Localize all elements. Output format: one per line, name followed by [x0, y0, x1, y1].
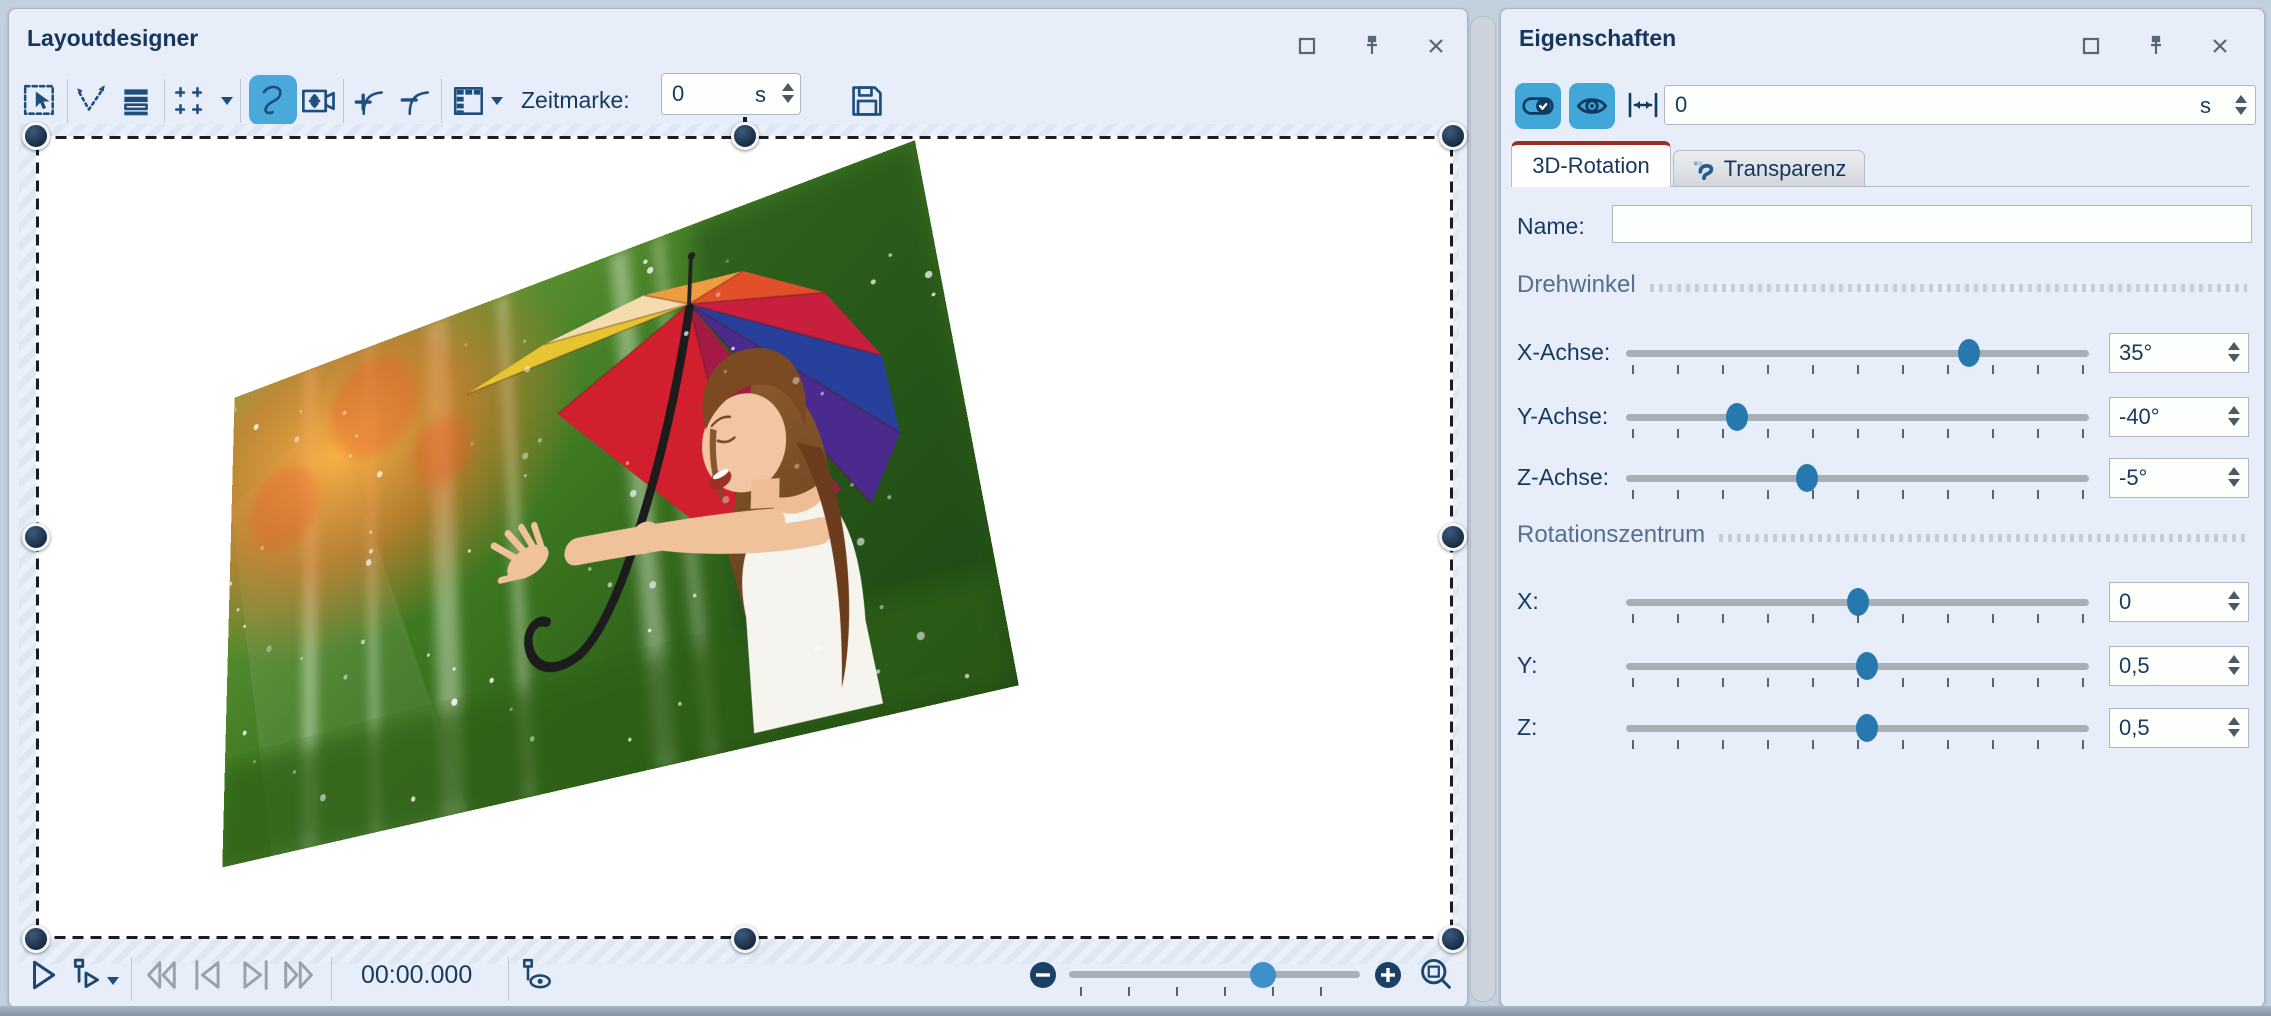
selection-handle-middle-left[interactable] [22, 523, 50, 551]
x-value[interactable]: 0 [2109, 582, 2249, 622]
zoom-in-button[interactable] [1366, 953, 1410, 997]
name-label: Name: [1517, 213, 1585, 239]
close-button[interactable] [1421, 31, 1451, 61]
zeitmarke-spin-up[interactable] [782, 77, 794, 91]
section-drehwinkel: Drehwinkel [1517, 271, 2247, 299]
selection-handle-top-right[interactable] [1439, 122, 1467, 150]
time-unit: s [2200, 93, 2211, 118]
table-dropdown-arrow[interactable] [491, 97, 503, 111]
window-bottom-edge [0, 1006, 2271, 1016]
panel-title: Layoutdesigner [27, 25, 199, 51]
slide-canvas[interactable] [36, 136, 1453, 939]
save-icon[interactable] [847, 81, 887, 121]
zeitmarke-spin-down[interactable] [782, 95, 794, 109]
canvas-background [19, 117, 1467, 964]
pin-button[interactable] [2141, 31, 2171, 61]
play-from-timemark-button[interactable] [65, 953, 109, 997]
close-button[interactable] [2205, 31, 2235, 61]
pin-button[interactable] [1357, 31, 1387, 61]
visibility-toggle-button[interactable] [1569, 83, 1615, 129]
animation-toggle-button[interactable] [1515, 83, 1561, 129]
y-track[interactable] [1626, 652, 2089, 680]
y-achse-thumb[interactable] [1726, 403, 1749, 431]
path-points-icon[interactable] [71, 81, 111, 121]
layout-toolbar: Zeitmarke: s [9, 67, 1467, 131]
name-input[interactable] [1612, 205, 2252, 243]
play-dropdown-arrow[interactable] [107, 977, 119, 991]
zeitmarke-input[interactable]: s [661, 73, 801, 115]
eigenschaften-panel: Eigenschaften s 3D-Rotation Transparenz [1500, 8, 2265, 1008]
y-thumb[interactable] [1855, 652, 1878, 680]
x-achse-value[interactable]: 35° [2109, 333, 2249, 373]
y-value[interactable]: 0,5 [2109, 646, 2249, 686]
photo-illustration [222, 140, 1019, 868]
previous-frame-button[interactable] [186, 953, 230, 997]
zoom-slider-thumb[interactable] [1249, 961, 1276, 988]
zoom-slider-track[interactable] [1069, 961, 1360, 988]
zoom-out-button[interactable] [1021, 953, 1065, 997]
maximize-button[interactable] [2076, 31, 2106, 61]
table-icon[interactable] [449, 81, 489, 121]
transparenz-icon [1692, 157, 1716, 181]
selection-handle-middle-right[interactable] [1439, 523, 1467, 551]
selection-handle-top-left[interactable] [22, 122, 50, 150]
keyframe-add-icon[interactable] [349, 81, 389, 121]
z-thumb[interactable] [1855, 714, 1878, 742]
grid-icon[interactable] [169, 81, 209, 121]
width-icon[interactable] [1625, 87, 1661, 123]
selection-handle-top-center[interactable] [730, 122, 759, 150]
time-input[interactable]: s [1664, 85, 2256, 125]
z-achse-value[interactable]: -5° [2109, 458, 2249, 498]
tab-transparenz[interactable]: Transparenz [1673, 150, 1865, 187]
camera-pan-icon[interactable] [299, 81, 339, 121]
time-spin-down[interactable] [2235, 107, 2247, 121]
photo-layer[interactable] [222, 140, 1019, 868]
z-track[interactable] [1626, 714, 2089, 742]
y-achse-value[interactable]: -40° [2109, 397, 2249, 437]
zoom-fit-button[interactable] [1414, 953, 1458, 997]
zeitmarke-label: Zeitmarke: [521, 87, 630, 113]
panel-splitter[interactable] [1470, 16, 1496, 1002]
timemark-visibility-icon[interactable] [515, 953, 559, 997]
grid-dropdown-arrow[interactable] [221, 97, 233, 111]
x-thumb[interactable] [1846, 588, 1869, 616]
panel-title: Eigenschaften [1519, 25, 1677, 51]
zeitmarke-unit: s [755, 82, 766, 107]
curve-tool-icon[interactable] [253, 81, 293, 121]
section-rotationszentrum: Rotationszentrum [1517, 521, 2247, 549]
z-achse-thumb[interactable] [1795, 464, 1818, 492]
z-value[interactable]: 0,5 [2109, 708, 2249, 748]
next-frame-button[interactable] [233, 953, 277, 997]
keyframe-remove-icon[interactable] [395, 81, 435, 121]
zoom-slider-ticks [1080, 987, 1352, 996]
maximize-button[interactable] [1292, 31, 1322, 61]
layoutdesigner-panel: Layoutdesigner Zeitmarke: 0 s 00:00.000 [8, 8, 1468, 1008]
time-spin-up[interactable] [2235, 89, 2247, 103]
x-achse-track[interactable] [1626, 339, 2089, 367]
y-achse-track[interactable] [1626, 403, 2089, 431]
app-window: { "left_panel": { "title": "Layoutdesign… [0, 0, 2271, 1016]
play-button[interactable] [21, 953, 65, 997]
fast-forward-button[interactable] [276, 953, 320, 997]
rewind-button[interactable] [140, 953, 184, 997]
z-achse-track[interactable] [1626, 464, 2089, 492]
x-achse-thumb[interactable] [1957, 339, 1980, 367]
select-tool-icon[interactable] [20, 81, 60, 121]
tab-3d-rotation[interactable]: 3D-Rotation [1511, 141, 1671, 187]
layers-icon[interactable] [116, 81, 156, 121]
transport-bar: 00:00.000 [9, 949, 1467, 1001]
x-track[interactable] [1626, 588, 2089, 616]
time-display: 00:00.000 [361, 961, 473, 989]
